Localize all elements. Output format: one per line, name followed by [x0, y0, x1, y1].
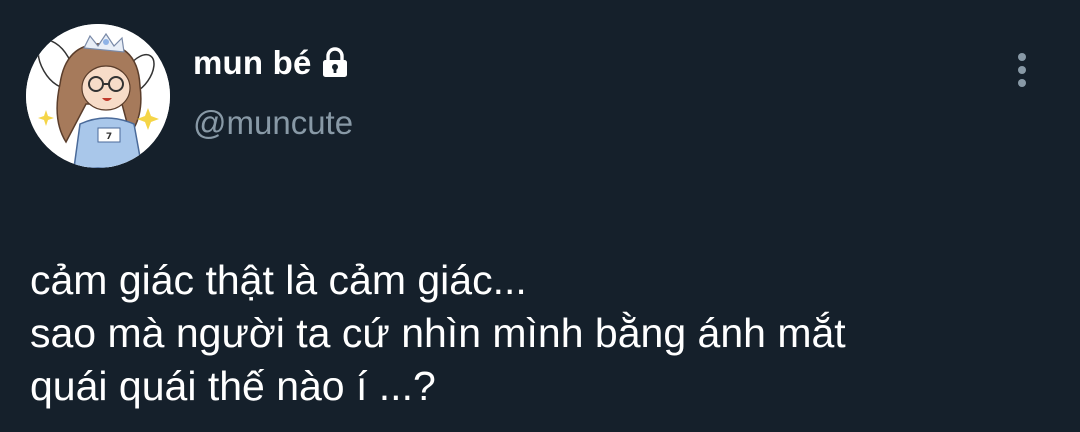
tweet-text-line: cảm giác thật là cảm giác...: [30, 257, 527, 303]
more-dot: [1018, 66, 1026, 74]
tweet-card: 7 mun bé @muncute cảm giác thật là cảm g…: [0, 0, 1080, 432]
tweet-text: cảm giác thật là cảm giác... sao mà ngườ…: [30, 254, 1060, 413]
more-dot: [1018, 53, 1026, 61]
avatar-illustration: 7: [26, 24, 170, 168]
lock-icon: [321, 46, 349, 84]
user-handle[interactable]: @muncute: [193, 104, 353, 142]
display-name[interactable]: mun bé: [193, 44, 312, 82]
tweet-text-line: quái quái thế nào í ...?: [30, 363, 436, 409]
svg-text:7: 7: [106, 132, 112, 142]
more-dot: [1018, 79, 1026, 87]
display-name-row[interactable]: mun bé: [193, 40, 349, 86]
avatar[interactable]: 7: [26, 24, 170, 168]
more-vertical-icon[interactable]: [1007, 50, 1037, 90]
tweet-text-line: sao mà người ta cứ nhìn mình bằng ánh mắ…: [30, 310, 846, 356]
